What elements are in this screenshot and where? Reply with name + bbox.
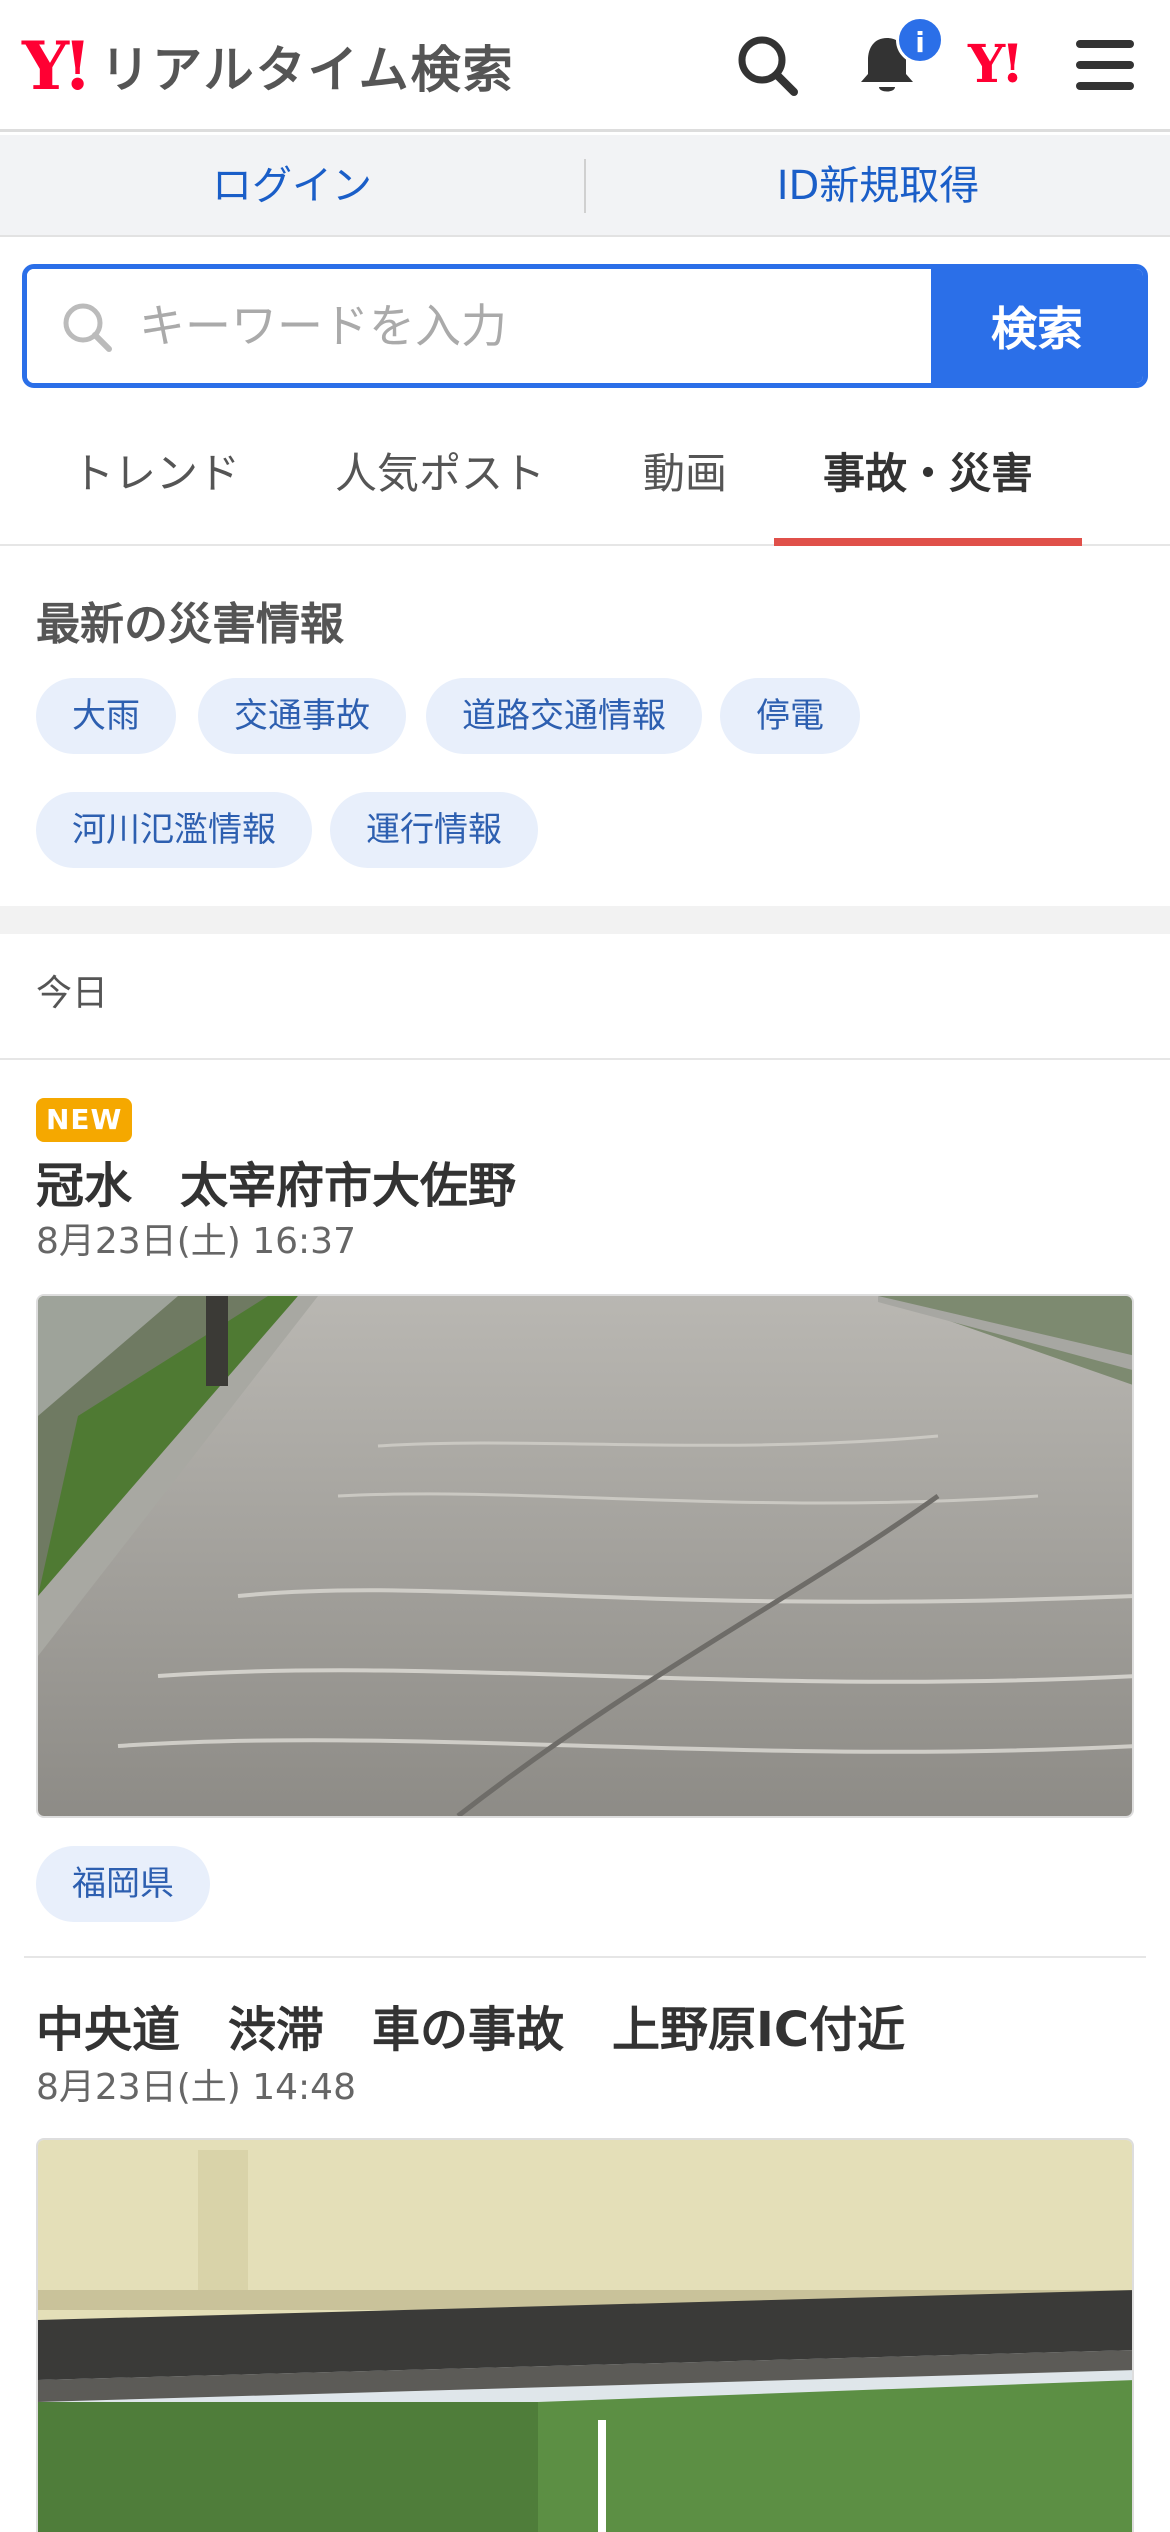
search-input[interactable]: [139, 269, 939, 383]
chip-heavy-rain[interactable]: 大雨: [36, 678, 176, 754]
place-chip[interactable]: 福岡県: [36, 1846, 210, 1922]
tab-popular-posts[interactable]: 人気ポスト: [310, 420, 570, 546]
app-header: Y! リアルタイム検索 i Y!: [0, 0, 1170, 132]
section-gap: [0, 906, 1170, 934]
search-bar: 検索: [22, 264, 1148, 388]
disaster-info-section: 最新の災害情報 大雨 交通事故 道路交通情報 停電 河川氾濫情報 運行情報: [0, 548, 1170, 908]
search-icon[interactable]: [732, 30, 802, 100]
section-title: 最新の災害情報: [36, 599, 344, 650]
post-time: 8月23日(土) 14:48: [36, 2067, 356, 2108]
post-time: 8月23日(土) 16:37: [36, 1221, 356, 1262]
flooded-road-image: [38, 1296, 1132, 1816]
chip-river-flood[interactable]: 河川氾濫情報: [36, 792, 312, 868]
search-field-icon: [63, 303, 112, 352]
highway-overpass-photo[interactable]: [36, 2138, 1134, 2532]
yahoo-icon[interactable]: Y!: [968, 30, 1024, 100]
login-link[interactable]: ログイン: [0, 135, 584, 235]
tab-video[interactable]: 動画: [610, 420, 760, 546]
tab-trend[interactable]: トレンド: [36, 420, 276, 546]
day-divider: [0, 1058, 1170, 1060]
chip-train-service[interactable]: 運行情報: [330, 792, 538, 868]
app-title: リアルタイム検索: [100, 41, 515, 99]
yahoo-realtime-logo[interactable]: Y! リアルタイム検索: [22, 26, 515, 106]
notification-badge: i: [896, 16, 944, 64]
post-title[interactable]: 冠水 太宰府市大佐野: [36, 1146, 516, 1216]
chip-road-traffic[interactable]: 道路交通情報: [426, 678, 702, 754]
signup-link[interactable]: ID新規取得: [586, 135, 1170, 235]
post-title[interactable]: 中央道 渋滞 車の事故 上野原IC付近: [36, 1990, 905, 2060]
flooded-road-photo[interactable]: [36, 1294, 1134, 1818]
menu-icon[interactable]: [1070, 30, 1140, 100]
highway-overpass-image: [38, 2140, 1132, 2532]
search-field[interactable]: [27, 269, 939, 383]
chip-traffic-accident[interactable]: 交通事故: [198, 678, 406, 754]
search-button[interactable]: 検索: [931, 269, 1143, 383]
day-label: 今日: [36, 973, 109, 1014]
chip-power-outage[interactable]: 停電: [720, 678, 860, 754]
post-divider: [24, 1956, 1146, 1958]
tab-accident-disaster[interactable]: 事故・災害: [774, 420, 1082, 546]
account-bar: ログイン ID新規取得: [0, 135, 1170, 237]
logo-mark: Y!: [22, 27, 92, 105]
category-tabs: トレンド 人気ポスト 動画 事故・災害: [0, 420, 1170, 546]
new-badge: NEW: [36, 1098, 133, 1142]
